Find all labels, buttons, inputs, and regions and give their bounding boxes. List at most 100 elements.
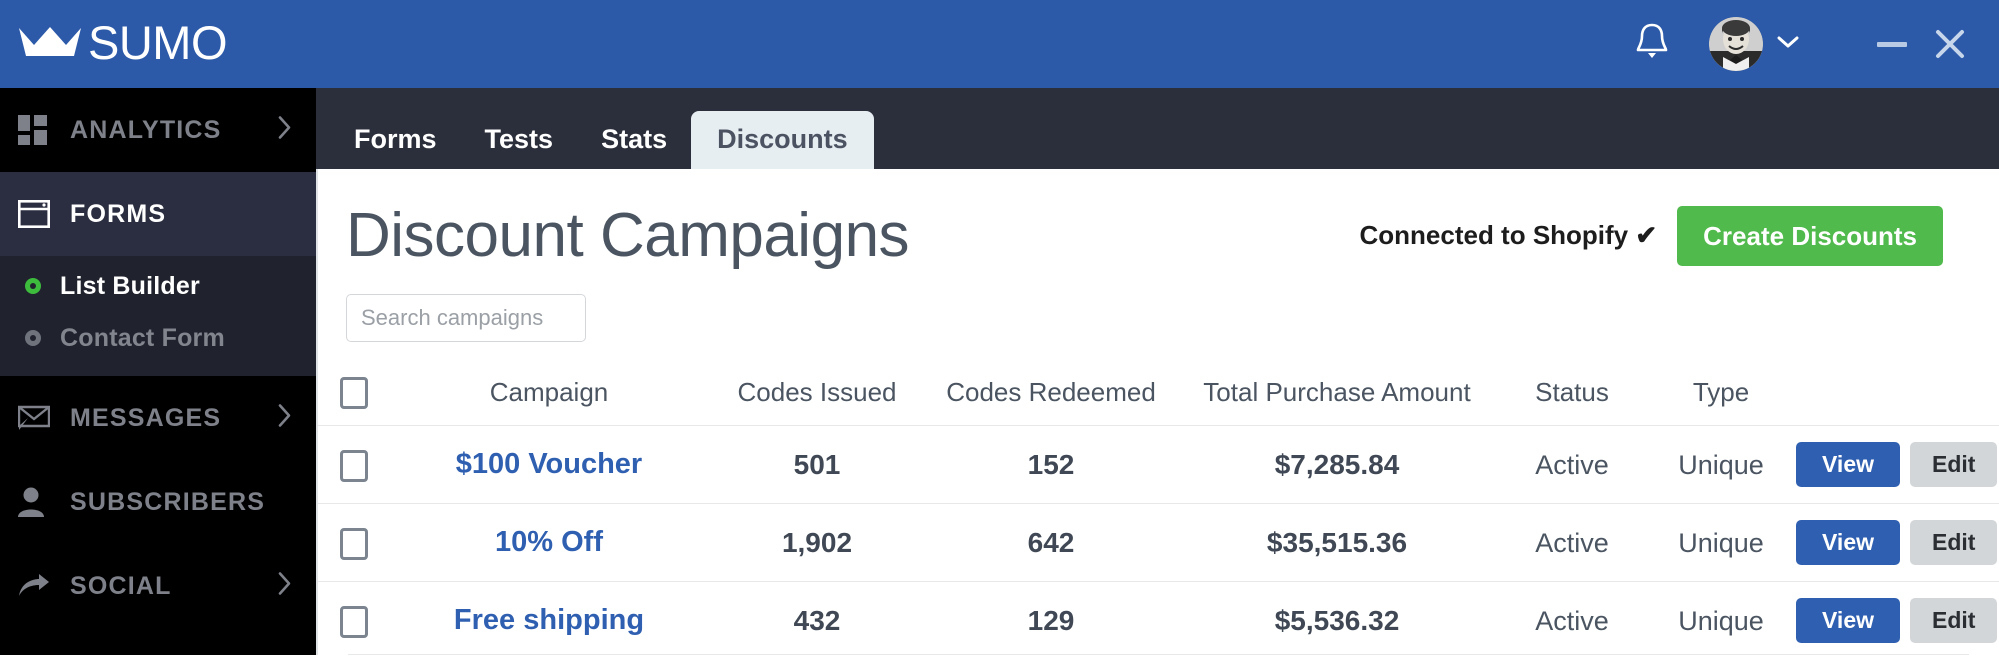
close-button[interactable] [1921,0,1979,88]
codes-issued-value: 1,902 [781,526,853,558]
page-header-actions: Connected to Shopify ✔ Create Discounts [1359,205,1943,266]
table-body: $100 Voucher 501 152 $7,285.84 Active Un… [318,425,1999,659]
tab-discounts[interactable]: Discounts [691,111,874,169]
tab-list: Forms Tests Stats Discounts [330,111,874,169]
view-button[interactable]: View [1796,520,1900,566]
avatar[interactable] [1709,17,1763,71]
status-cell: Active [1498,581,1646,659]
row-checkbox[interactable] [340,605,368,638]
campaigns-table: Campaign Codes Issued Codes Redeemed Tot… [318,364,1999,659]
codes-redeemed-value: 642 [1027,526,1075,558]
main-content: Discount Campaigns Connected to Shopify … [316,169,1999,659]
sidebar-subitem-label: List Builder [60,271,200,300]
row-actions-cell: View Edit [1796,425,1999,504]
crown-icon [18,25,82,64]
select-all-checkbox[interactable] [340,377,368,410]
column-header-status[interactable]: Status [1498,364,1646,426]
main-sidebar: ANALYTICS FORMS List Builder Contact For… [0,88,316,655]
column-header-campaign[interactable]: Campaign [390,364,708,426]
chevron-right-icon [278,404,292,433]
sidebar-item-label: ANALYTICS [70,115,222,144]
account-menu[interactable] [1709,17,1799,71]
codes-redeemed-cell: 642 [926,503,1176,582]
status-badge: Active [1535,605,1609,636]
window-controls [1863,0,1979,88]
search-input[interactable] [346,294,586,343]
campaign-link[interactable]: Free shipping [454,604,644,636]
codes-issued-cell: 432 [708,581,926,659]
sidebar-item-subscribers[interactable]: SUBSCRIBERS [0,460,316,544]
column-header-total-purchase-amount[interactable]: Total Purchase Amount [1176,364,1498,426]
grid-icon [18,115,60,145]
active-dot-icon [24,277,52,295]
column-header-codes-redeemed[interactable]: Codes Redeemed [926,364,1176,426]
titlebar-actions [1621,0,1999,88]
campaign-name-cell: $100 Voucher [390,425,708,504]
chevron-right-icon [278,572,292,601]
sidebar-item-forms[interactable]: FORMS [0,172,316,256]
edit-button[interactable]: Edit [1910,442,1998,488]
sidebar-subitem-label: Contact Form [60,323,225,352]
table-row: $100 Voucher 501 152 $7,285.84 Active Un… [318,425,1999,504]
codes-issued-value: 432 [793,604,841,636]
edit-button[interactable]: Edit [1910,598,1998,644]
campaign-name-cell: Free shipping [390,581,708,659]
total-purchase-amount-value: $5,536.32 [1274,604,1400,636]
chevron-down-icon[interactable] [1777,35,1799,54]
row-select-cell [318,503,390,582]
page-header: Discount Campaigns Connected to Shopify … [318,169,1999,268]
column-header-codes-issued[interactable]: Codes Issued [708,364,926,426]
sidebar-item-messages[interactable]: MESSAGES [0,376,316,460]
share-arrow-icon [18,573,60,599]
row-actions: View Edit [1796,442,1999,488]
app-logo[interactable]: SUMO [18,19,228,70]
type-value: Unique [1678,449,1764,480]
sidebar-item-label: SUBSCRIBERS [70,487,266,516]
view-button[interactable]: View [1796,598,1900,644]
select-all-header [318,364,390,426]
codes-redeemed-value: 152 [1027,448,1075,480]
chevron-right-icon [278,116,292,145]
type-value: Unique [1678,605,1764,636]
row-actions: View Edit [1796,598,1999,644]
codes-redeemed-value: 129 [1027,604,1075,636]
minimize-button[interactable] [1863,0,1921,88]
row-actions-cell: View Edit [1796,581,1999,659]
type-cell: Unique [1646,425,1796,504]
campaign-link[interactable]: $100 Voucher [456,448,642,480]
notifications-button[interactable] [1621,0,1683,88]
campaign-name-cell: 10% Off [390,503,708,582]
type-value: Unique [1678,527,1764,558]
edit-button[interactable]: Edit [1910,520,1998,566]
codes-redeemed-cell: 129 [926,581,1176,659]
total-purchase-amount-value: $7,285.84 [1274,448,1400,480]
sidebar-item-list-builder[interactable]: List Builder [0,260,316,312]
row-actions-cell: View Edit [1796,503,1999,582]
forms-subnav: List Builder Contact Form [0,256,316,376]
column-header-type[interactable]: Type [1646,364,1796,426]
sidebar-item-label: FORMS [70,199,167,228]
page-title: Discount Campaigns [346,201,910,270]
table-header: Campaign Codes Issued Codes Redeemed Tot… [318,364,1999,426]
search-row [318,268,1999,343]
tab-tests[interactable]: Tests [461,111,578,169]
total-purchase-amount-cell: $35,515.36 [1176,503,1498,582]
tab-forms[interactable]: Forms [330,111,461,169]
sidebar-item-analytics[interactable]: ANALYTICS [0,88,316,172]
status-badge: Active [1535,527,1609,558]
total-purchase-amount-value: $35,515.36 [1266,526,1408,558]
campaign-link[interactable]: 10% Off [495,526,603,558]
row-checkbox[interactable] [340,527,368,560]
bell-icon [1634,22,1670,67]
create-discounts-button[interactable]: Create Discounts [1677,205,1943,266]
column-header-actions [1796,364,1999,426]
sidebar-item-contact-form[interactable]: Contact Form [0,312,316,364]
total-purchase-amount-cell: $5,536.32 [1176,581,1498,659]
sidebar-item-social[interactable]: SOCIAL [0,544,316,628]
type-cell: Unique [1646,503,1796,582]
row-checkbox[interactable] [340,449,368,482]
row-select-cell [318,425,390,504]
view-button[interactable]: View [1796,442,1900,488]
tab-stats[interactable]: Stats [577,111,691,169]
table-row: 10% Off 1,902 642 $35,515.36 Active Uniq… [318,503,1999,582]
